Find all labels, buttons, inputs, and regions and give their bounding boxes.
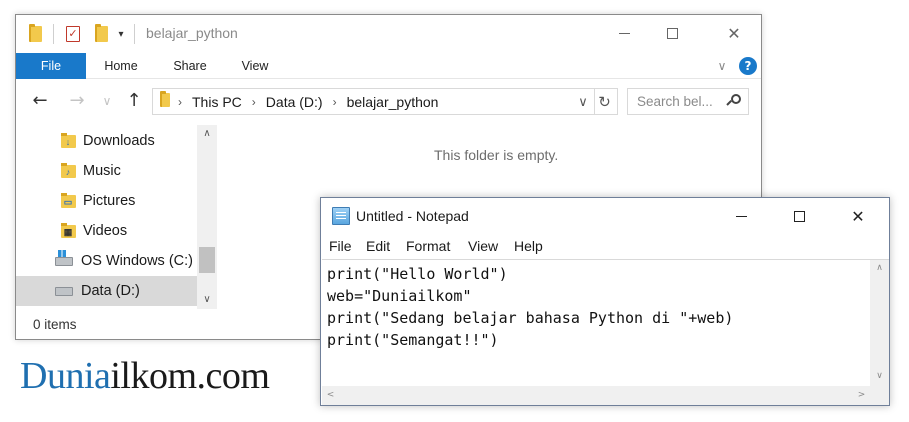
help-button[interactable]: ? (738, 57, 758, 75)
breadcrumb-chevron-icon[interactable]: › (252, 95, 256, 109)
properties-icon[interactable]: ✓ (64, 25, 82, 43)
menu-view[interactable]: View (468, 238, 498, 254)
forward-button[interactable]: → (67, 91, 87, 111)
toolbar-separator (53, 24, 54, 44)
refresh-icon[interactable]: ↻ (594, 89, 614, 114)
nav-item-label: Pictures (83, 193, 136, 209)
nav-item-label: Data (D:) (81, 283, 140, 299)
explorer-titlebar[interactable]: ✓ ▾ belajar_python ✕ (16, 15, 761, 53)
help-icon: ? (739, 57, 757, 75)
minimize-icon (735, 215, 747, 217)
nav-item-label: OS Windows (C:) (81, 253, 193, 269)
editor-line: print("Semangat!!") (327, 331, 499, 349)
text-editor[interactable]: print("Hello World") web="Duniailkom" prin… (322, 259, 870, 386)
music-folder-icon: ♪ (58, 162, 78, 180)
quick-access-dropdown-icon[interactable]: ▾ (115, 25, 127, 43)
minimize-button[interactable] (601, 15, 647, 51)
scroll-up-icon[interactable]: ∧ (197, 125, 217, 143)
nav-item-videos[interactable]: ▦ Videos (16, 216, 197, 246)
menu-edit[interactable]: Edit (366, 238, 390, 254)
nav-item-label: Downloads (83, 133, 155, 149)
logo-text-ilkom: ilkom.com (110, 355, 270, 397)
close-icon: ✕ (727, 23, 741, 43)
nav-item-pictures[interactable]: ▭ Pictures (16, 186, 197, 216)
up-button[interactable]: ↑ (124, 91, 144, 111)
maximize-button[interactable] (649, 15, 695, 51)
drive-icon (54, 282, 74, 300)
address-bar[interactable]: › This PC › Data (D:) › belajar_python ∨… (152, 88, 618, 115)
nav-item-data-drive[interactable]: Data (D:) (16, 276, 197, 306)
logo-text-dunia: Dunia (20, 355, 111, 397)
breadcrumb-chevron-icon[interactable]: › (333, 95, 337, 109)
minimize-icon (618, 32, 630, 34)
search-placeholder: Search bel... (637, 94, 713, 109)
back-button[interactable]: ← (30, 91, 50, 111)
menu-bar: File Edit Format View Help (321, 235, 889, 257)
maximize-button[interactable] (776, 198, 822, 234)
pictures-folder-icon: ▭ (58, 192, 78, 210)
close-button[interactable]: ✕ (835, 198, 881, 234)
recent-locations-icon[interactable]: ∨ (97, 91, 117, 111)
scrollbar-thumb[interactable] (199, 247, 215, 273)
nav-item-label: Videos (83, 223, 128, 239)
horizontal-scrollbar[interactable]: < > (322, 386, 870, 405)
close-button[interactable]: ✕ (711, 15, 757, 51)
menu-file[interactable]: File (329, 238, 352, 254)
editor-line: print("Sedang belajar bahasa Python di "… (327, 309, 734, 327)
search-icon[interactable] (726, 93, 742, 109)
new-folder-icon[interactable] (92, 24, 110, 43)
menu-format[interactable]: Format (406, 238, 450, 254)
videos-folder-icon: ▦ (58, 222, 78, 240)
navigation-pane: ↓ Downloads ♪ Music ▭ Pictures ▦ Videos … (16, 125, 217, 309)
notepad-icon (332, 207, 350, 225)
nav-item-os-windows[interactable]: OS Windows (C:) (16, 246, 197, 276)
breadcrumb-data-drive[interactable]: Data (D:) (266, 94, 323, 110)
tab-file[interactable]: File (16, 53, 86, 79)
window-title: Untitled - Notepad (356, 208, 469, 224)
tab-share[interactable]: Share (162, 53, 218, 79)
vertical-scrollbar[interactable]: ∧ ∨ (870, 259, 889, 386)
notepad-titlebar[interactable]: Untitled - Notepad ✕ (321, 198, 889, 234)
scroll-right-icon[interactable]: > (853, 386, 870, 405)
maximize-icon (793, 210, 805, 222)
notepad-window: Untitled - Notepad ✕ File Edit Format Vi… (320, 197, 890, 406)
window-title: belajar_python (146, 25, 238, 41)
nav-item-music[interactable]: ♪ Music (16, 156, 197, 186)
breadcrumb-this-pc[interactable]: This PC (192, 94, 242, 110)
tab-view[interactable]: View (228, 53, 282, 79)
ribbon-tabs: File Home Share View ∨ ? (16, 53, 761, 79)
scroll-down-icon[interactable]: ∨ (870, 368, 889, 385)
menu-help[interactable]: Help (514, 238, 543, 254)
duniailkom-logo: Duniailkom.com (20, 354, 270, 398)
scroll-up-icon[interactable]: ∧ (870, 260, 889, 277)
folder-icon (160, 91, 170, 110)
downloads-folder-icon: ↓ (58, 132, 78, 150)
toolbar-separator (134, 24, 135, 44)
nav-item-downloads[interactable]: ↓ Downloads (16, 126, 197, 156)
tab-home[interactable]: Home (93, 53, 149, 79)
nav-item-label: Music (83, 163, 121, 179)
status-item-count: 0 items (33, 317, 77, 332)
editor-line: print("Hello World") (327, 265, 508, 283)
breadcrumb-current-folder[interactable]: belajar_python (347, 94, 439, 110)
windows-drive-icon (54, 249, 74, 270)
resize-grip[interactable] (870, 386, 889, 405)
scroll-left-icon[interactable]: < (322, 386, 339, 405)
navigation-scrollbar[interactable]: ∧ ∨ (197, 125, 217, 309)
editor-line: web="Duniailkom" (327, 287, 472, 305)
expand-ribbon-icon[interactable]: ∨ (713, 57, 731, 75)
maximize-icon (666, 27, 678, 39)
navigation-bar: ← → ∨ ↑ › This PC › Data (D:) › belajar_… (16, 83, 761, 121)
minimize-button[interactable] (718, 198, 764, 234)
breadcrumb-chevron-icon[interactable]: › (178, 95, 182, 109)
folder-icon (26, 24, 44, 43)
close-icon: ✕ (851, 206, 865, 226)
empty-folder-message: This folder is empty. (434, 147, 559, 163)
address-dropdown-icon[interactable]: ∨ (574, 89, 592, 114)
scroll-down-icon[interactable]: ∨ (197, 291, 217, 309)
search-box[interactable]: Search bel... (627, 88, 749, 115)
